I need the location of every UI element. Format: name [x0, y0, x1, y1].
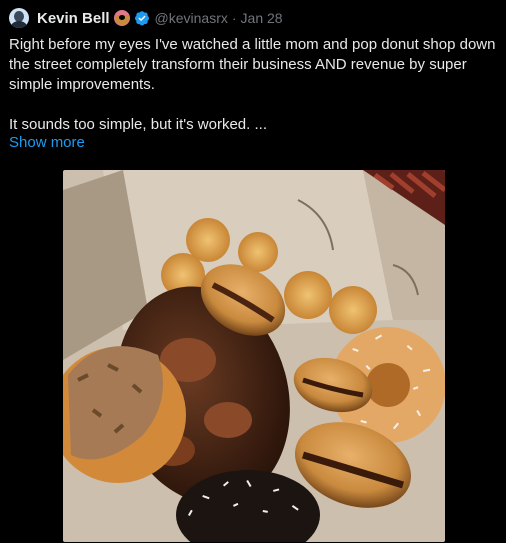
tweet[interactable]: Kevin Bell @kevinasrx · Jan 28 Right bef…	[0, 0, 506, 543]
tweet-date[interactable]: Jan 28	[241, 10, 283, 26]
tweet-header: Kevin Bell @kevinasrx · Jan 28	[9, 7, 283, 29]
meta-separator: ·	[231, 10, 237, 26]
show-more-link[interactable]: Show more	[9, 134, 85, 151]
tweet-paragraph-2: It sounds too simple, but it's worked. .…	[9, 116, 267, 133]
avatar[interactable]	[9, 8, 29, 28]
verified-badge-icon	[134, 11, 149, 26]
donut-emoji-icon	[113, 10, 130, 26]
tweet-text: Right before my eyes I've watched a litt…	[9, 35, 499, 135]
author-handle[interactable]: @kevinasrx	[155, 10, 228, 26]
donut-box-image	[63, 170, 445, 542]
author-name[interactable]: Kevin Bell	[37, 10, 110, 27]
tweet-paragraph-1: Right before my eyes I've watched a litt…	[9, 36, 496, 93]
avatar-shirt	[11, 21, 27, 28]
tweet-photo[interactable]	[63, 170, 445, 542]
